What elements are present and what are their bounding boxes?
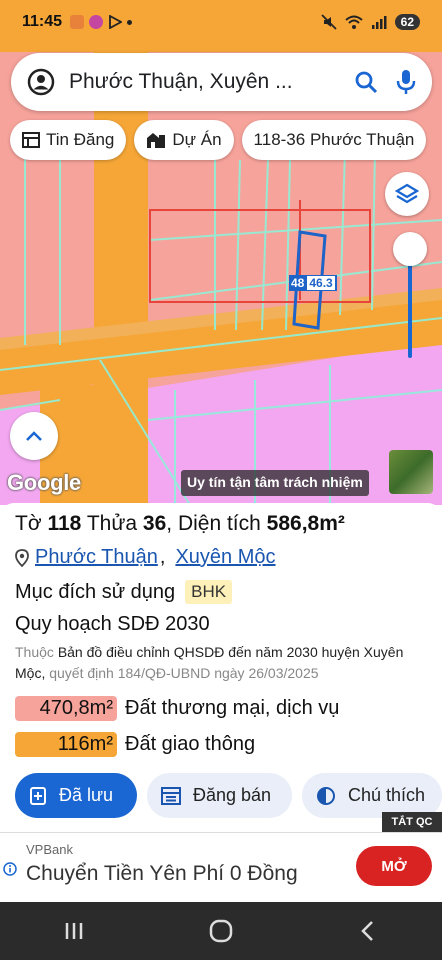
status-time: 11:45 — [22, 13, 63, 30]
action-buttons: Đã lưu Đăng bán Chú thích — [15, 773, 442, 818]
layers-icon — [395, 183, 419, 204]
back-icon — [361, 921, 374, 941]
chip-label: Tin Đăng — [46, 130, 115, 149]
area-prefix: Diện tích — [177, 512, 261, 535]
bookmark-add-icon — [30, 786, 46, 805]
land-use-area: 116m² — [15, 732, 117, 757]
street-photo-thumbnail[interactable] — [389, 450, 433, 494]
chip-label: Dự Án — [172, 130, 222, 149]
close-ad-button[interactable]: TẮT QC — [382, 812, 442, 832]
wifi-icon — [344, 15, 363, 29]
ad-headline[interactable]: Chuyển Tiền Yên Phí 0 Đồng — [26, 862, 298, 886]
sheet-prefix: Tờ — [15, 512, 42, 535]
location-separator: , — [159, 546, 166, 568]
home-icon — [209, 919, 233, 943]
chip-du-an[interactable]: Dự Án — [134, 120, 234, 160]
chip-tin-dang[interactable]: Tin Đăng — [10, 120, 127, 160]
ad-open-button[interactable]: MỞ — [356, 846, 432, 886]
purpose-code-badge: BHK — [185, 580, 233, 604]
ad-brand: VPBank — [26, 842, 73, 857]
lot-prefix: Thửa — [86, 512, 138, 535]
microphone-icon[interactable] — [396, 69, 416, 95]
land-use-label: Đất giao thông — [125, 733, 256, 755]
sheet-number: 118 — [47, 512, 82, 535]
account-icon[interactable] — [27, 68, 55, 96]
battery-icon: 62 — [394, 14, 420, 30]
filter-chips: Tin Đăng Dự Án 118-36 Phước Thuận — [10, 120, 427, 160]
search-bar[interactable]: Phước Thuận, Xuyên ... — [11, 53, 432, 111]
chip-label: 118-36 Phước Thuận — [253, 130, 415, 149]
system-navigation-bar — [0, 902, 442, 960]
desc-decision: quyết định 184/QĐ-UBND ngày 26/03/2025 — [49, 665, 319, 681]
newspaper-icon — [22, 132, 40, 148]
recent-apps-icon — [65, 923, 82, 939]
opacity-slider-handle[interactable] — [393, 232, 427, 266]
plan-heading: Quy hoạch SDĐ 2030 — [15, 613, 210, 635]
signal-icon — [371, 16, 387, 29]
search-icon[interactable] — [354, 70, 378, 94]
land-use-row: 116m² Đất giao thông — [15, 732, 255, 757]
opacity-slider-track[interactable] — [408, 250, 412, 358]
plot-dimension-label: 48 46.3 — [289, 275, 337, 291]
search-input[interactable]: Phước Thuận, Xuyên ... — [69, 70, 354, 94]
ad-info-icon[interactable] — [3, 862, 17, 879]
recent-apps-button[interactable] — [44, 911, 104, 951]
contrast-icon — [317, 786, 335, 805]
land-use-row: 470,8m² Đất thương mại, dịch vụ — [15, 696, 339, 721]
district-link[interactable]: Xuyên Mộc — [175, 546, 275, 569]
building-icon — [147, 133, 166, 148]
purpose-label: Mục đích sử dụng — [15, 580, 176, 603]
legend-label: Chú thích — [348, 785, 426, 805]
land-purpose: Mục đích sử dụng BHK — [15, 580, 233, 604]
lot-number: 36 — [142, 512, 167, 535]
home-button[interactable] — [191, 911, 251, 951]
expand-button[interactable] — [10, 412, 58, 460]
chip-plot-id[interactable]: 118-36 Phước Thuận — [241, 120, 427, 160]
mute-icon — [321, 14, 337, 30]
post-sale-button[interactable]: Đăng bán — [147, 773, 292, 818]
google-logo: Google — [7, 470, 81, 495]
notification-icons — [70, 15, 133, 29]
plot-length-label: 46.3 — [307, 276, 335, 290]
plot-location: Phước Thuận, Xuyên Mộc — [15, 546, 276, 569]
more-dot-icon — [127, 19, 133, 25]
slogan-banner: Uy tín tận tâm trách nhiệm — [181, 470, 369, 496]
plot-area: 586,8m² — [266, 512, 345, 535]
app-notification-icon — [70, 15, 85, 29]
location-pin-icon — [15, 548, 29, 567]
post-sale-label: Đăng bán — [193, 785, 272, 805]
chevron-up-icon — [26, 431, 42, 441]
back-button[interactable] — [338, 911, 398, 951]
land-use-area: 470,8m² — [15, 696, 117, 721]
land-use-label: Đất thương mại, dịch vụ — [125, 697, 340, 719]
saved-button[interactable]: Đã lưu — [15, 773, 137, 818]
ward-link[interactable]: Phước Thuận — [35, 546, 158, 569]
saved-label: Đã lưu — [59, 785, 114, 805]
status-bar: 11:45 62 — [0, 0, 442, 44]
plan-description: Thuộc Bản đồ điều chỉnh QHSDĐ đến năm 20… — [15, 642, 425, 684]
layers-button[interactable] — [385, 172, 429, 216]
plot-width-label: 48 — [291, 276, 305, 290]
plot-title: Tờ 118 Thửa 36, Diện tích 586,8m² — [15, 512, 345, 535]
chat-notification-icon — [89, 15, 104, 29]
listing-icon — [161, 786, 181, 805]
play-notification-icon — [109, 15, 123, 29]
desc-prefix: Thuộc — [15, 644, 54, 660]
